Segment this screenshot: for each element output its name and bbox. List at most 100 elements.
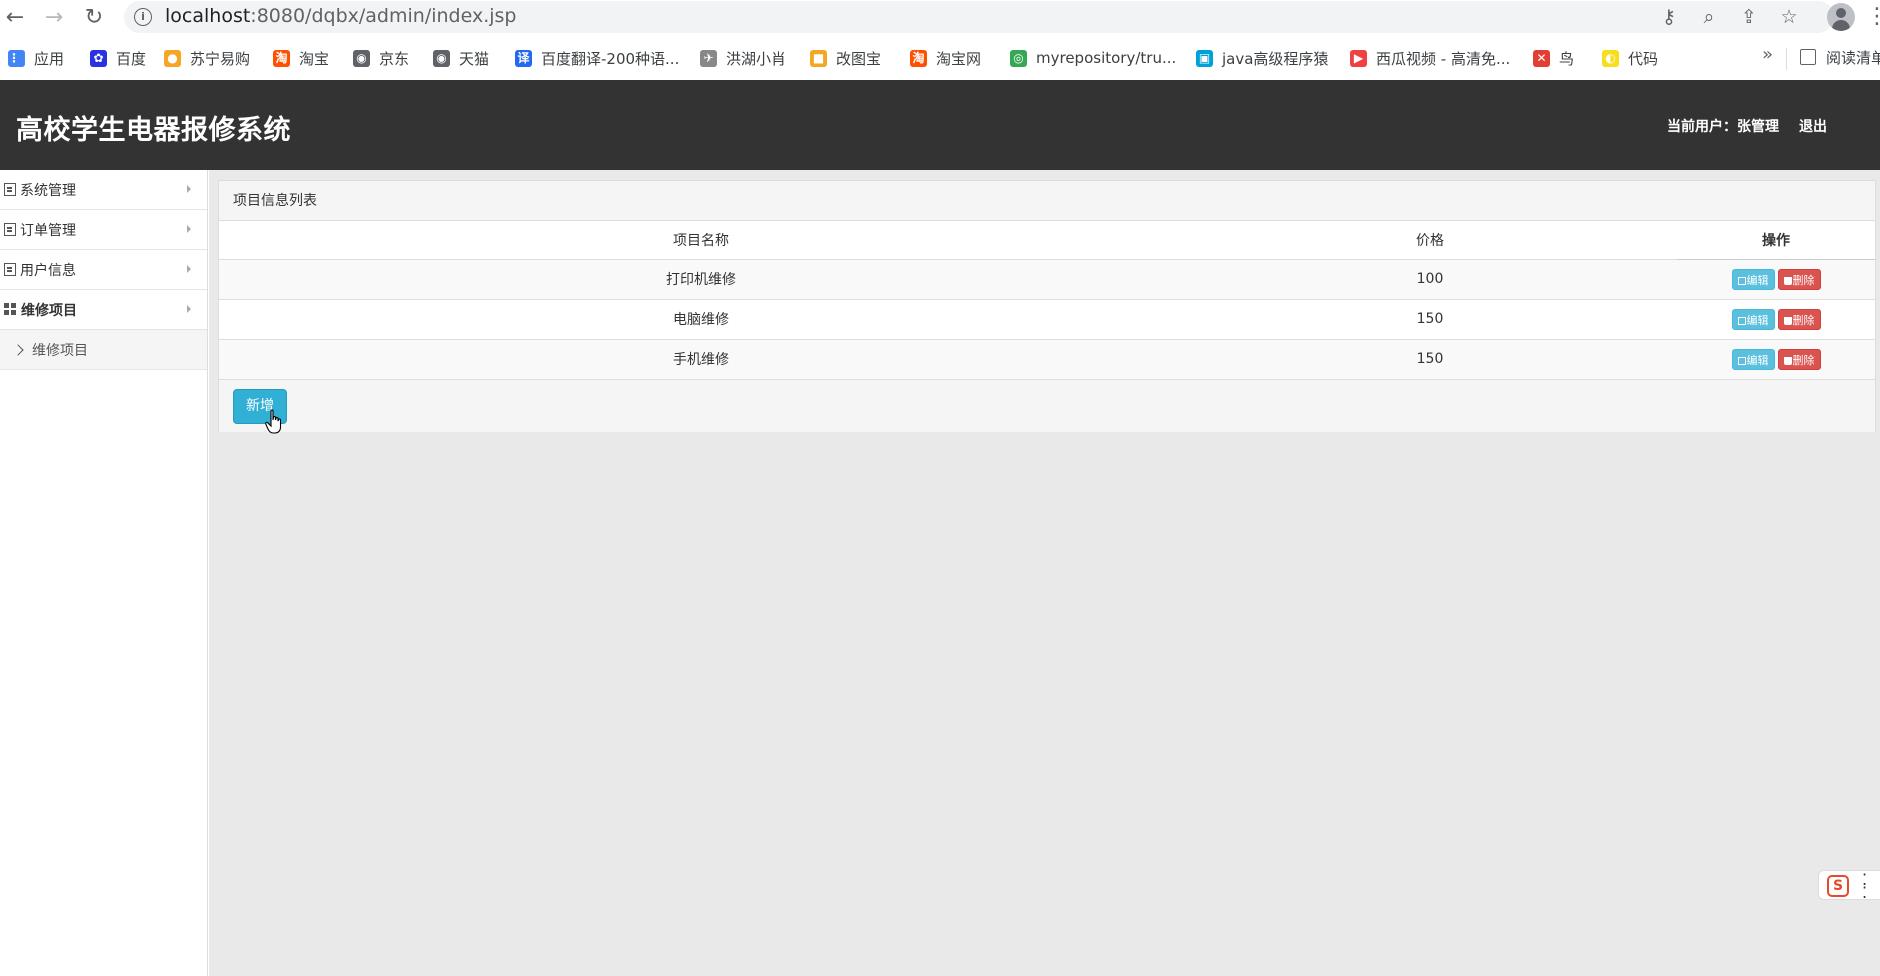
- bookmark-item[interactable]: ◎ myrepository/tru...: [1010, 47, 1176, 69]
- price-cell: 150: [1183, 298, 1677, 339]
- trash-icon: [1783, 316, 1792, 325]
- actions-cell: 编辑 删除: [1677, 338, 1875, 379]
- bookmark-item[interactable]: ✕ 鸟: [1533, 47, 1574, 69]
- logout-link[interactable]: 退出: [1799, 116, 1827, 136]
- bookmarks-more-icon[interactable]: »: [1762, 44, 1773, 65]
- delete-label: 删除: [1792, 353, 1815, 367]
- ime-dots-icon[interactable]: ⁚ ⁚: [1862, 872, 1867, 901]
- caret-right-icon: [187, 305, 191, 313]
- bookmark-label: 改图宝: [836, 49, 882, 68]
- app-title: 高校学生电器报修系统: [16, 115, 291, 146]
- bookmark-label: 苏宁易购: [190, 49, 251, 68]
- baidu-icon: ✿: [90, 49, 107, 67]
- reading-list[interactable]: 阅读清单: [1800, 47, 1880, 68]
- bird-red-icon: ✕: [1533, 49, 1550, 67]
- share-icon[interactable]: ⇪: [1736, 4, 1762, 30]
- price-cell: 150: [1183, 338, 1677, 379]
- bilibili-icon: ▣: [1196, 49, 1213, 67]
- url-text[interactable]: localhost:8080/dqbx/admin/index.jsp: [165, 5, 516, 27]
- list-icon: [4, 263, 16, 276]
- bookmark-item[interactable]: ⋮⋮ 应用: [8, 47, 64, 69]
- profile-avatar[interactable]: [1827, 3, 1855, 31]
- caret-right-icon: [187, 265, 191, 273]
- main-content: 项目信息列表 项目名称 价格 操作 打印机维修 100 编辑 删除 电脑维修 150 编辑删…: [209, 170, 1880, 976]
- table-row: 电脑维修 150 编辑 删除: [219, 298, 1875, 339]
- bird-icon: ✈: [700, 49, 717, 67]
- site-info-icon[interactable]: i: [134, 8, 152, 26]
- edit-label: 编辑: [1746, 273, 1769, 287]
- edit-button[interactable]: 编辑: [1731, 348, 1775, 370]
- table-row: 打印机维修 100 编辑 删除: [219, 258, 1875, 299]
- star-icon[interactable]: ☆: [1776, 4, 1802, 30]
- bookmark-item[interactable]: ▣ java高级程序猿: [1196, 47, 1328, 69]
- delete-button[interactable]: 删除: [1777, 308, 1821, 330]
- bookmark-item[interactable]: 淘淘宝网: [910, 47, 981, 69]
- reading-list-icon: [1800, 49, 1816, 65]
- sidebar-item-orders[interactable]: 订单管理: [0, 210, 207, 250]
- browser-toolbar: ← → ↻ i localhost:8080/dqbx/admin/index.…: [0, 0, 1880, 34]
- bookmark-label: 百度: [116, 49, 147, 68]
- panel-footer: 新增: [219, 379, 1875, 432]
- sidebar-item-users[interactable]: 用户信息: [0, 250, 207, 290]
- bookmark-label: myrepository/tru...: [1036, 49, 1177, 67]
- bookmark-label: 鸟: [1559, 49, 1575, 68]
- list-icon: [4, 223, 16, 236]
- sidebar-item-repair[interactable]: 维修项目: [0, 290, 207, 330]
- globe-icon: ◉: [433, 49, 450, 67]
- bookmark-label: java高级程序猿: [1222, 49, 1329, 68]
- edit-icon: [1737, 316, 1746, 325]
- caret-right-icon: [187, 225, 191, 233]
- list-icon: [4, 183, 16, 196]
- bookmark-item[interactable]: 淘淘宝: [273, 47, 329, 69]
- suning-icon: ●: [164, 49, 181, 67]
- hand-cursor-icon: [265, 409, 282, 434]
- bookmark-item[interactable]: ◉ 天猫: [433, 47, 489, 69]
- delete-button[interactable]: 删除: [1777, 268, 1821, 290]
- menu-icon[interactable]: ⋮: [1866, 4, 1880, 29]
- price-cell: 100: [1183, 258, 1677, 299]
- bookmark-label: 淘宝网: [936, 49, 982, 68]
- gaitubao-icon: ■: [810, 49, 827, 67]
- edit-button[interactable]: 编辑: [1731, 268, 1775, 290]
- grid-icon: [4, 303, 17, 316]
- edit-label: 编辑: [1746, 353, 1769, 367]
- bookmark-item[interactable]: ● 苏宁易购: [164, 47, 250, 69]
- column-header-name: 项目名称: [219, 221, 1183, 259]
- sidebar-item-system[interactable]: 系统管理: [0, 170, 207, 210]
- edit-label: 编辑: [1746, 313, 1769, 327]
- bookmark-label: 淘宝: [299, 49, 330, 68]
- current-user: 当前用户：张管理: [1667, 119, 1779, 135]
- taobao-icon: 淘: [273, 49, 290, 67]
- back-icon[interactable]: ←: [2, 4, 28, 30]
- sidebar-item-label: 用户信息: [20, 262, 76, 279]
- forward-icon[interactable]: →: [41, 4, 67, 30]
- sidebar: 系统管理 订单管理 用户信息 维修项目 维修项目: [0, 170, 208, 976]
- sidebar-item-label: 系统管理: [20, 182, 76, 199]
- bookmark-item[interactable]: ▶ 西瓜视频 - 高清免...: [1350, 47, 1510, 69]
- bookmark-item[interactable]: ◐ 代码: [1602, 47, 1658, 69]
- project-name-cell: 电脑维修: [219, 298, 1183, 339]
- reload-icon[interactable]: ↻: [81, 4, 107, 30]
- caret-right-icon: [187, 185, 191, 193]
- bookmark-item[interactable]: ✿ 百度: [90, 47, 146, 69]
- bookmark-item[interactable]: ◉ 京东: [353, 47, 409, 69]
- bookmark-item[interactable]: ✈ 洪湖小肖: [700, 47, 786, 69]
- sidebar-subitem-label: 维修项目: [32, 342, 88, 359]
- delete-label: 删除: [1792, 313, 1815, 327]
- delete-button[interactable]: 删除: [1777, 348, 1821, 370]
- bookmarks-divider: [1786, 48, 1787, 70]
- zoom-icon[interactable]: ⌕: [1696, 4, 1722, 30]
- apps-icon: ⋮⋮: [8, 49, 32, 67]
- sidebar-subitem-repair-items[interactable]: 维修项目: [0, 330, 207, 370]
- project-name-cell: 打印机维修: [219, 258, 1183, 299]
- sidebar-item-label: 维修项目: [21, 302, 77, 319]
- edit-button[interactable]: 编辑: [1731, 308, 1775, 330]
- edit-icon: [1737, 356, 1746, 365]
- key-icon[interactable]: ⚷: [1656, 4, 1682, 30]
- bookmark-item[interactable]: 译百度翻译-200种语...: [515, 47, 679, 69]
- column-header-actions: 操作: [1677, 221, 1875, 260]
- bookmark-item[interactable]: ■ 改图宝: [810, 47, 881, 69]
- sogou-ime-icon: S: [1827, 875, 1849, 897]
- ime-toolbar[interactable]: S ⁚ ⁚: [1818, 870, 1880, 901]
- actions-cell: 编辑 删除: [1677, 258, 1875, 299]
